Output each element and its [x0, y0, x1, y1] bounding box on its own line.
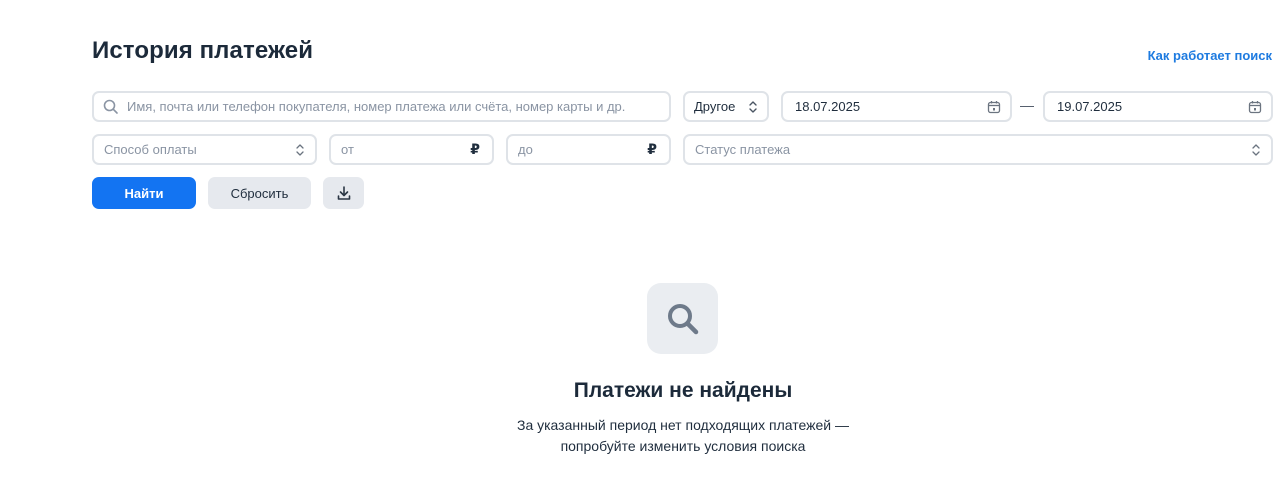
search-field[interactable] — [92, 91, 671, 122]
reset-button[interactable]: Сбросить — [208, 177, 311, 209]
search-icon — [667, 303, 698, 334]
how-search-works-link[interactable]: Как работает поиск — [1148, 48, 1272, 63]
payment-status-select[interactable]: Статус платежа — [683, 134, 1273, 165]
chevron-updown-icon — [296, 143, 304, 156]
download-button[interactable] — [323, 177, 364, 209]
ruble-sign: ₽ — [470, 141, 480, 157]
empty-state-title: Платежи не найдены — [573, 379, 793, 402]
date-from-field[interactable]: 18.07.2025 — [781, 91, 1012, 122]
amount-from-input[interactable] — [341, 142, 471, 157]
period-select[interactable]: Другое — [683, 91, 769, 122]
empty-state-message-line-1: За указанный период нет подходящих плате… — [516, 417, 849, 433]
empty-state-icon-box — [647, 283, 718, 354]
date-from-value: 18.07.2025 — [795, 99, 861, 114]
search-input[interactable] — [127, 99, 659, 114]
find-button[interactable]: Найти — [92, 177, 196, 209]
amount-to-field[interactable]: ₽ — [506, 134, 671, 165]
chevron-updown-icon — [749, 100, 757, 113]
period-select-value: Другое — [694, 99, 736, 114]
date-to-value: 19.07.2025 — [1057, 99, 1123, 114]
calendar-icon[interactable] — [1248, 100, 1262, 114]
ruble-sign: ₽ — [647, 141, 657, 157]
page-title: История платежей — [92, 37, 314, 64]
payment-method-select[interactable]: Способ оплаты — [92, 134, 317, 165]
amount-to-input[interactable] — [518, 142, 648, 157]
search-icon — [103, 99, 118, 114]
amount-from-field[interactable]: ₽ — [329, 134, 494, 165]
payment-status-placeholder: Статус платежа — [695, 142, 791, 157]
empty-state-message-line-2: попробуйте изменить условия поиска — [560, 438, 806, 454]
chevron-updown-icon — [1252, 143, 1260, 156]
date-range-separator: — — [1020, 97, 1034, 113]
date-to-field[interactable]: 19.07.2025 — [1043, 91, 1273, 122]
payment-history-page: История платежей Как работает поиск Друг… — [0, 0, 1280, 492]
empty-state-message: За указанный период нет подходящих плате… — [0, 415, 1280, 457]
calendar-icon[interactable] — [987, 100, 1001, 114]
payment-method-placeholder: Способ оплаты — [104, 142, 197, 157]
download-icon — [337, 186, 350, 200]
